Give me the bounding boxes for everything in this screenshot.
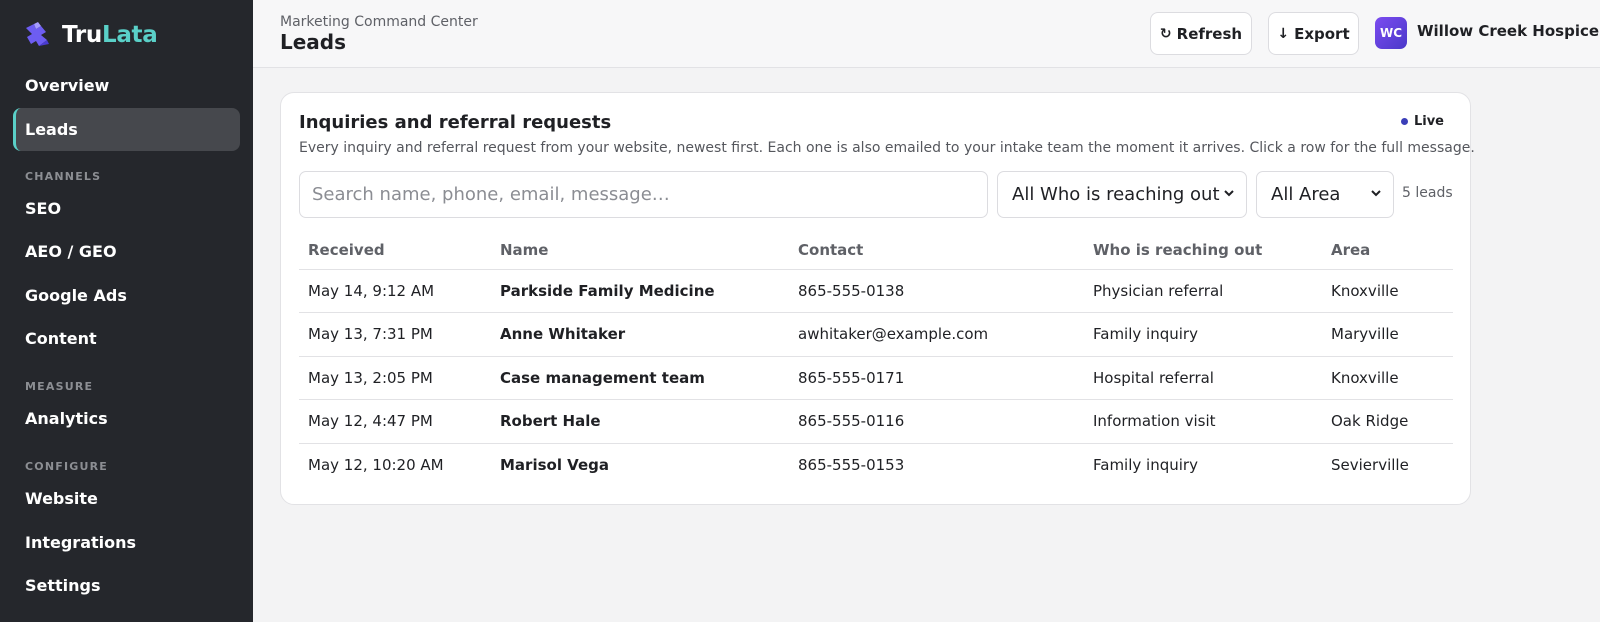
lead-count: 5 leads	[1402, 185, 1453, 201]
cell-contact: 865-555-0138	[789, 269, 1084, 313]
sidebar-item-seo[interactable]: SEO	[13, 187, 240, 230]
brand-logo[interactable]: TruLata	[22, 20, 158, 50]
cell-who: Information visit	[1084, 399, 1322, 444]
cell-who: Physician referral	[1084, 269, 1322, 313]
cell-area: Knoxville	[1322, 269, 1453, 313]
export-button[interactable]: ↓ Export	[1268, 12, 1359, 55]
brand-name: TruLata	[62, 22, 158, 48]
table-row[interactable]: May 13, 7:31 PM Anne Whitaker awhitaker@…	[299, 312, 1453, 357]
cell-area: Oak Ridge	[1322, 399, 1453, 444]
sidebar-item-leads[interactable]: Leads	[13, 108, 240, 151]
card-title: Inquiries and referral requests	[299, 112, 612, 133]
column-header-received[interactable]: Received	[299, 231, 491, 270]
sidebar-item-google-ads[interactable]: Google Ads	[13, 274, 240, 317]
who-filter-value: All Who is reaching out	[1012, 184, 1220, 205]
nav-group-channels: CHANNELS	[25, 170, 102, 183]
chevron-down-icon	[1371, 190, 1381, 197]
page-title: Leads	[280, 30, 347, 54]
sidebar-item-analytics[interactable]: Analytics	[13, 397, 240, 440]
live-label: Live	[1413, 114, 1444, 129]
sidebar-item-overview[interactable]: Overview	[13, 64, 240, 107]
refresh-icon: ↻	[1159, 25, 1172, 42]
table-row[interactable]: May 13, 2:05 PM Case management team 865…	[299, 356, 1453, 400]
cell-contact: awhitaker@example.com	[789, 312, 1084, 357]
cell-received: May 12, 10:20 AM	[308, 456, 444, 474]
cell-area: Maryville	[1322, 312, 1453, 357]
sidebar-item-aeo-geo[interactable]: AEO / GEO	[13, 230, 240, 273]
sidebar-item-settings[interactable]: Settings	[13, 564, 240, 607]
area-filter-select[interactable]: All Area	[1256, 171, 1394, 218]
column-header-contact[interactable]: Contact	[789, 231, 1084, 270]
column-header-who[interactable]: Who is reaching out	[1084, 231, 1322, 270]
cell-name: Parkside Family Medicine	[491, 269, 789, 313]
cell-contact: 865-555-0153	[798, 456, 905, 474]
column-header-name[interactable]: Name	[491, 231, 789, 270]
chevron-down-icon	[1224, 190, 1234, 197]
refresh-button[interactable]: ↻ Refresh	[1150, 12, 1252, 55]
cell-name: Robert Hale	[491, 399, 789, 444]
org-name[interactable]: Willow Creek Hospice	[1417, 22, 1599, 40]
card-description: Every inquiry and referral request from …	[299, 140, 1475, 156]
cell-area: Sevierville	[1331, 456, 1409, 474]
table-header-row: Received Name Contact Who is reaching ou…	[299, 231, 1453, 270]
cell-name: Anne Whitaker	[491, 312, 789, 357]
puzzle-logo-icon	[26, 22, 49, 46]
search-input[interactable]	[299, 171, 988, 218]
arrow-down-icon: ↓	[1277, 25, 1290, 42]
cell-received: May 14, 9:12 AM	[299, 269, 491, 313]
cell-contact: 865-555-0171	[789, 356, 1084, 400]
cell-received: May 12, 4:47 PM	[299, 399, 491, 444]
sidebar-item-integrations[interactable]: Integrations	[13, 521, 240, 564]
table-row[interactable]: May 12, 4:47 PM Robert Hale 865-555-0116…	[299, 399, 1453, 444]
leads-table: Received Name Contact Who is reaching ou…	[299, 231, 1453, 487]
cell-received: May 13, 2:05 PM	[299, 356, 491, 400]
cell-who: Family inquiry	[1093, 456, 1198, 474]
export-label: Export	[1294, 24, 1350, 43]
leads-card: Inquiries and referral requests Live Eve…	[280, 92, 1475, 505]
sidebar: TruLata Overview Leads CHANNELS SEO AEO …	[0, 0, 253, 622]
sidebar-item-website[interactable]: Website	[13, 477, 240, 520]
org-avatar[interactable]: WC	[1375, 17, 1407, 49]
table-row[interactable]: May 12, 10:20 AM Marisol Vega 865-555-01…	[299, 443, 1453, 487]
cell-name: Marisol Vega	[500, 456, 610, 474]
live-status-badge: Live	[1400, 114, 1444, 129]
cell-contact: 865-555-0116	[789, 399, 1084, 444]
refresh-label: Refresh	[1176, 24, 1243, 43]
area-filter-value: All Area	[1271, 184, 1341, 205]
sidebar-item-content[interactable]: Content	[13, 317, 240, 360]
who-filter-select[interactable]: All Who is reaching out	[997, 171, 1247, 218]
cell-received: May 13, 7:31 PM	[299, 312, 491, 357]
table-row[interactable]: May 14, 9:12 AM Parkside Family Medicine…	[299, 269, 1453, 313]
cell-area: Knoxville	[1322, 356, 1453, 400]
nav-group-configure: CONFIGURE	[25, 460, 108, 473]
column-header-area[interactable]: Area	[1322, 231, 1453, 270]
cell-name: Case management team	[491, 356, 789, 400]
cell-who: Hospital referral	[1084, 356, 1322, 400]
top-header: Marketing Command Center Leads ↻ Refresh…	[253, 0, 1600, 68]
nav-group-measure: MEASURE	[25, 380, 94, 393]
live-dot-icon	[1400, 118, 1408, 125]
cell-who: Family inquiry	[1084, 312, 1322, 357]
breadcrumb: Marketing Command Center	[280, 14, 478, 30]
